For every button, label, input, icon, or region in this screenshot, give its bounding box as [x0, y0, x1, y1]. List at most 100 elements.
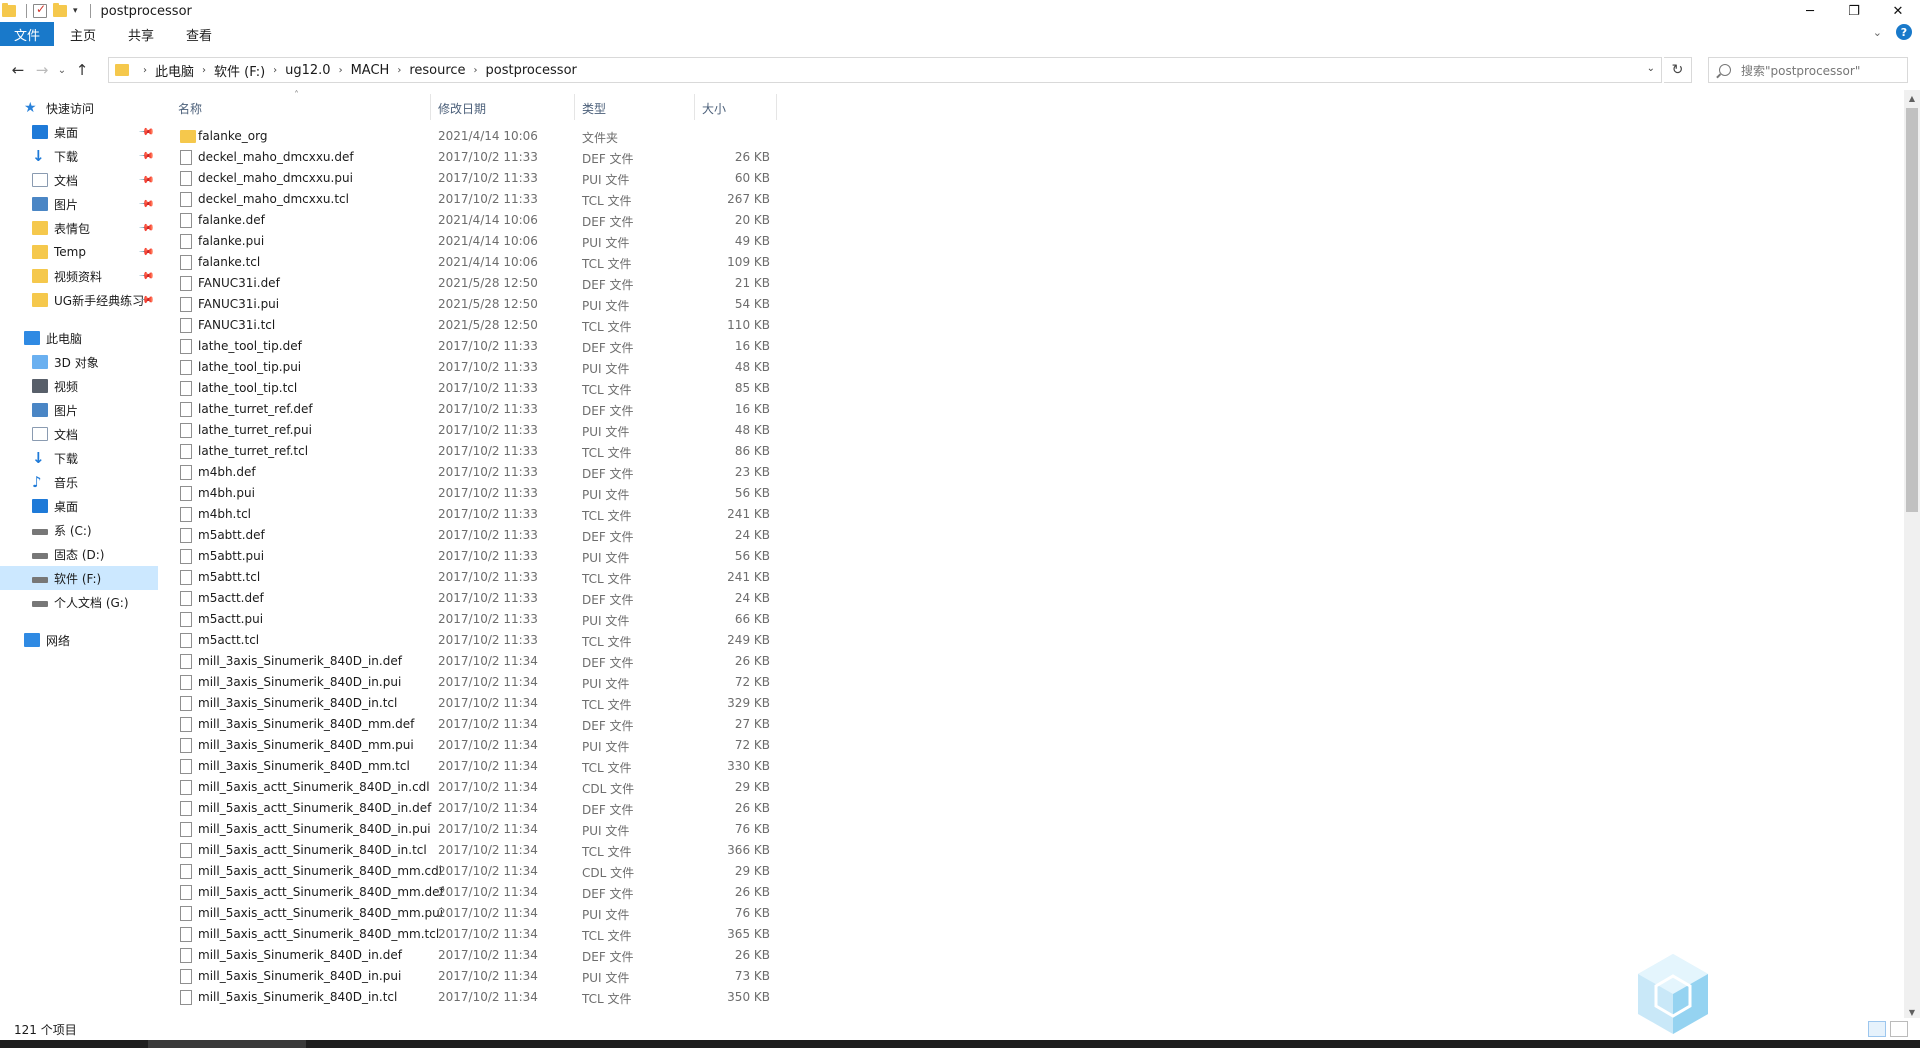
sidebar-item-network[interactable]: 网络	[0, 628, 158, 652]
customize-toolbar-icon[interactable]: ▾	[73, 6, 78, 16]
file-row[interactable]: lathe_tool_tip.tcl 2017/10/2 11:33 TCL 文件 8…	[172, 378, 792, 399]
properties-icon[interactable]	[33, 2, 47, 18]
file-row[interactable]: deckel_maho_dmcxxu.tcl 2017/10/2 11:33 TCL…	[172, 189, 792, 210]
details-view-icon[interactable]	[1868, 1021, 1886, 1037]
file-row[interactable]: m5abtt.def 2017/10/2 11:33 DEF 文件 24 KB	[172, 525, 792, 546]
back-button[interactable]: ←	[6, 56, 30, 84]
column-divider[interactable]	[430, 94, 431, 120]
sidebar-item-emoji-folder[interactable]: 表情包 📌	[0, 216, 158, 240]
maximize-button[interactable]: ❐	[1832, 0, 1876, 22]
vertical-scrollbar[interactable]: ▲ ▼	[1904, 90, 1920, 1020]
breadcrumb-resource[interactable]: resource	[409, 63, 465, 78]
file-row[interactable]: FANUC31i.tcl 2021/5/28 12:50 TCL 文件 110 KB	[172, 315, 792, 336]
sidebar-item-desktop[interactable]: 桌面 📌	[0, 120, 158, 144]
file-row[interactable]: mill_5axis_actt_Sinumerik_840D_mm.cdl 201…	[172, 861, 792, 882]
breadcrumb-ug12[interactable]: ug12.0	[285, 63, 330, 78]
scrollbar-thumb[interactable]	[1906, 108, 1918, 512]
file-row[interactable]: m5abtt.pui 2017/10/2 11:33 PUI 文件 56 KB	[172, 546, 792, 567]
tab-share[interactable]: 共享	[112, 22, 170, 46]
address-history-dropdown-icon[interactable]: ⌄	[1647, 63, 1655, 74]
sidebar-item-pc-downloads[interactable]: ↓ 下载	[0, 446, 158, 470]
file-row[interactable]: mill_5axis_actt_Sinumerik_840D_in.tcl 201…	[172, 840, 792, 861]
recent-locations-button[interactable]: ⌄	[54, 56, 70, 84]
sidebar-item-videos[interactable]: 视频	[0, 374, 158, 398]
file-row[interactable]: FANUC31i.def 2021/5/28 12:50 DEF 文件 21 KB	[172, 273, 792, 294]
file-row[interactable]: falanke.def 2021/4/14 10:06 DEF 文件 20 KB	[172, 210, 792, 231]
breadcrumb-this-pc[interactable]: 此电脑	[155, 61, 194, 80]
file-row[interactable]: mill_3axis_Sinumerik_840D_mm.tcl 2017/10/…	[172, 756, 792, 777]
file-row[interactable]: mill_5axis_actt_Sinumerik_840D_in.def 201…	[172, 798, 792, 819]
sidebar-item-pictures[interactable]: 图片 📌	[0, 192, 158, 216]
scroll-up-icon[interactable]: ▲	[1904, 90, 1920, 106]
expand-ribbon-icon[interactable]: ⌄	[1873, 26, 1882, 39]
breadcrumb-postprocessor[interactable]: postprocessor	[486, 63, 577, 78]
sidebar-item-drive-f[interactable]: 软件 (F:)	[0, 566, 158, 590]
file-row[interactable]: mill_3axis_Sinumerik_840D_in.tcl 2017/10/…	[172, 693, 792, 714]
file-row[interactable]: m5actt.def 2017/10/2 11:33 DEF 文件 24 KB	[172, 588, 792, 609]
file-row[interactable]: mill_5axis_actt_Sinumerik_840D_mm.pui 201…	[172, 903, 792, 924]
file-row[interactable]: m4bh.def 2017/10/2 11:33 DEF 文件 23 KB	[172, 462, 792, 483]
address-bar[interactable]: › 此电脑 › 软件 (F:) › ug12.0 › MACH › resour…	[108, 57, 1662, 83]
search-input[interactable]: 搜索"postprocessor"	[1708, 57, 1908, 83]
file-row[interactable]: deckel_maho_dmcxxu.def 2017/10/2 11:33 DEF…	[172, 147, 792, 168]
file-row[interactable]: m4bh.pui 2017/10/2 11:33 PUI 文件 56 KB	[172, 483, 792, 504]
breadcrumb-separator-icon[interactable]: ›	[397, 65, 401, 76]
file-row[interactable]: mill_5axis_actt_Sinumerik_840D_mm.tcl 201…	[172, 924, 792, 945]
column-divider[interactable]	[694, 94, 695, 120]
sidebar-item-ug-practice[interactable]: UG新手经典练习 📌	[0, 288, 158, 312]
taskbar-active-app[interactable]	[148, 1040, 306, 1048]
file-row[interactable]: mill_5axis_actt_Sinumerik_840D_in.pui 201…	[172, 819, 792, 840]
large-icons-view-icon[interactable]	[1890, 1021, 1908, 1037]
column-header-date[interactable]: 修改日期	[438, 100, 486, 117]
file-row[interactable]: deckel_maho_dmcxxu.pui 2017/10/2 11:33 PUI…	[172, 168, 792, 189]
up-button[interactable]: ↑	[70, 56, 94, 84]
sidebar-item-quick-access[interactable]: ★ 快速访问	[0, 96, 158, 120]
sidebar-item-3d-objects[interactable]: 3D 对象	[0, 350, 158, 374]
sidebar-item-drive-g[interactable]: 个人文档 (G:)	[0, 590, 158, 614]
file-row[interactable]: mill_5axis_Sinumerik_840D_in.def 2017/10/…	[172, 945, 792, 966]
breadcrumb-separator-icon[interactable]: ›	[474, 65, 478, 76]
breadcrumb-separator-icon[interactable]: ›	[273, 65, 277, 76]
sidebar-item-music[interactable]: ♪ 音乐	[0, 470, 158, 494]
file-row[interactable]: mill_5axis_Sinumerik_840D_in.tcl 2017/10/…	[172, 987, 792, 1008]
tab-view[interactable]: 查看	[170, 22, 228, 46]
forward-button[interactable]: →	[30, 56, 54, 84]
file-row[interactable]: mill_3axis_Sinumerik_840D_mm.pui 2017/10/…	[172, 735, 792, 756]
sidebar-item-pc-desktop[interactable]: 桌面	[0, 494, 158, 518]
file-row[interactable]: lathe_turret_ref.tcl 2017/10/2 11:33 TCL 文…	[172, 441, 792, 462]
file-row[interactable]: mill_3axis_Sinumerik_840D_mm.def 2017/10/…	[172, 714, 792, 735]
minimize-button[interactable]: ─	[1788, 0, 1832, 22]
file-row[interactable]: falanke.pui 2021/4/14 10:06 PUI 文件 49 KB	[172, 231, 792, 252]
sidebar-item-documents[interactable]: 文档 📌	[0, 168, 158, 192]
file-row[interactable]: m5actt.pui 2017/10/2 11:33 PUI 文件 66 KB	[172, 609, 792, 630]
file-row[interactable]: mill_5axis_actt_Sinumerik_840D_in.cdl 201…	[172, 777, 792, 798]
breadcrumb-separator-icon[interactable]: ›	[202, 65, 206, 76]
file-row[interactable]: falanke_org 2021/4/14 10:06 文件夹	[172, 126, 792, 147]
file-row[interactable]: mill_3axis_Sinumerik_840D_in.def 2017/10/…	[172, 651, 792, 672]
column-header-type[interactable]: 类型	[582, 100, 606, 117]
file-row[interactable]: falanke.tcl 2021/4/14 10:06 TCL 文件 109 KB	[172, 252, 792, 273]
new-folder-icon[interactable]	[53, 3, 67, 17]
file-row[interactable]: FANUC31i.pui 2021/5/28 12:50 PUI 文件 54 KB	[172, 294, 792, 315]
sidebar-item-this-pc[interactable]: 此电脑	[0, 326, 158, 350]
column-header-size[interactable]: 大小	[702, 100, 726, 117]
sidebar-item-downloads[interactable]: ↓ 下载 📌	[0, 144, 158, 168]
file-row[interactable]: mill_3axis_Sinumerik_840D_in.pui 2017/10/…	[172, 672, 792, 693]
breadcrumb-mach[interactable]: MACH	[351, 63, 390, 78]
file-row[interactable]: mill_5axis_Sinumerik_840D_in.pui 2017/10/…	[172, 966, 792, 987]
file-row[interactable]: lathe_turret_ref.pui 2017/10/2 11:33 PUI 文…	[172, 420, 792, 441]
sidebar-item-drive-d[interactable]: 固态 (D:)	[0, 542, 158, 566]
close-button[interactable]: ✕	[1876, 0, 1920, 22]
file-row[interactable]: mill_5axis_actt_Sinumerik_840D_mm.def 201…	[172, 882, 792, 903]
file-row[interactable]: m5abtt.tcl 2017/10/2 11:33 TCL 文件 241 KB	[172, 567, 792, 588]
sidebar-item-pc-pictures[interactable]: 图片	[0, 398, 158, 422]
sidebar-item-pc-documents[interactable]: 文档	[0, 422, 158, 446]
file-row[interactable]: m4bh.tcl 2017/10/2 11:33 TCL 文件 241 KB	[172, 504, 792, 525]
sidebar-item-drive-c[interactable]: 系 (C:)	[0, 518, 158, 542]
help-icon[interactable]: ?	[1896, 24, 1912, 40]
file-row[interactable]: lathe_tool_tip.pui 2017/10/2 11:33 PUI 文件 4…	[172, 357, 792, 378]
refresh-button[interactable]: ↻	[1664, 57, 1692, 83]
breadcrumb-separator-icon[interactable]: ›	[339, 65, 343, 76]
column-header-name[interactable]: 名称	[178, 100, 202, 117]
tab-home[interactable]: 主页	[54, 22, 112, 46]
